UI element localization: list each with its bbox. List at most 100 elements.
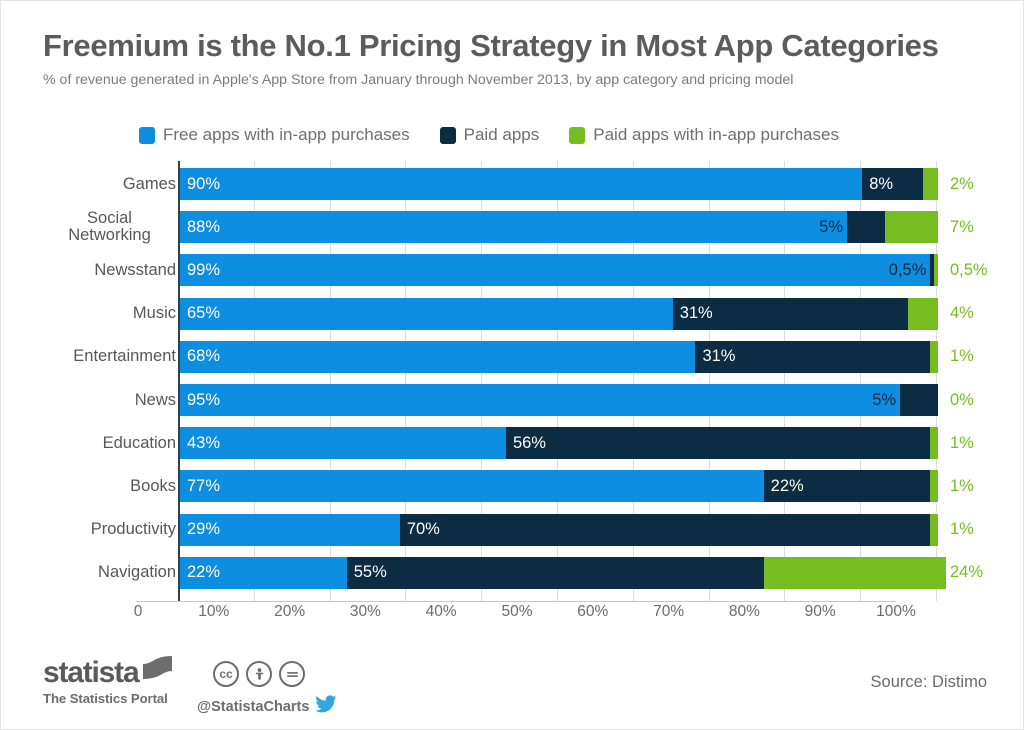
bar-row[interactable]: 77% 22% 1%: [180, 470, 993, 503]
chart-legend: Free apps with in-app purchases Paid apps…: [139, 125, 839, 145]
bar-segment-green[interactable]: [934, 254, 938, 287]
bar-segment-navy[interactable]: 8%: [862, 168, 923, 200]
bar-segment-navy[interactable]: 31%: [672, 297, 908, 330]
bar-value-label: 0,5%: [888, 261, 927, 280]
x-axis-tick-label: 60%: [577, 603, 609, 620]
bar-segment-blue[interactable]: 95%: [180, 384, 901, 416]
bar-row[interactable]: 29% 70% 1%: [180, 513, 993, 546]
bar-segment-blue[interactable]: 77%: [180, 470, 764, 503]
legend-item-free_inapp[interactable]: Free apps with in-app purchases: [139, 125, 410, 145]
bar-segment-blue[interactable]: 68%: [180, 340, 696, 373]
bar-segment-green[interactable]: [930, 340, 938, 373]
bar-value-label: 22%: [187, 563, 221, 582]
bar-segment-green[interactable]: [922, 168, 938, 200]
bar-segment-green[interactable]: [930, 470, 938, 503]
paid-inapp-value-label: 24%: [950, 563, 984, 582]
bar-segment-green[interactable]: [930, 427, 938, 460]
cc-nd-equals-icon: [279, 661, 305, 687]
bars-plot: 90% 8% 2% 88% 5% 7% 99% 0,5% 0,5% 65% 31% 4% 68% 31% 1…: [178, 161, 993, 601]
x-axis-tick-label: 50%: [501, 603, 533, 620]
category-label-social-networking: Social Networking: [43, 209, 176, 245]
category-label-productivity: Productivity: [90, 520, 176, 539]
bar-value-label: 88%: [187, 217, 221, 236]
bar-value-label: 5%: [819, 218, 844, 237]
legend-swatch-icon: [439, 126, 456, 144]
legend-swatch-icon: [569, 126, 586, 144]
bar-segment-blue[interactable]: 88%: [180, 211, 848, 244]
paid-inapp-value-label: 1%: [950, 520, 974, 539]
x-axis-ticks: 0 10% 20% 30% 40% 50% 60% 70% 80% 90% 100%: [134, 603, 951, 629]
category-axis-labels: Games Social Networking Newsstand Music Enter…: [43, 161, 176, 601]
bar-row[interactable]: 99% 0,5% 0,5%: [180, 254, 993, 287]
legend-item-paid[interactable]: Paid apps: [439, 125, 540, 145]
footer: statista The Statistics Portal cc @Stati…: [1, 649, 1024, 729]
bar-segment-navy[interactable]: 55%: [346, 556, 764, 589]
bar-value-label: 8%: [869, 174, 894, 193]
bar-segment-navy[interactable]: 56%: [505, 427, 931, 460]
bar-rows: 90% 8% 2% 88% 5% 7% 99% 0,5% 0,5% 65% 31% 4% 68% 31% 1…: [180, 161, 993, 601]
x-axis-tick-label: 40%: [425, 603, 457, 620]
paid-inapp-value-label: 7%: [950, 217, 974, 236]
bar-segment-blue[interactable]: 29%: [180, 513, 400, 546]
bar-row[interactable]: 95% 5% 0%: [180, 384, 993, 416]
bar-segment-green[interactable]: [930, 513, 938, 546]
bar-value-label: 70%: [406, 520, 440, 539]
legend-swatch-icon: [139, 126, 155, 144]
bar-segment-green[interactable]: [763, 556, 946, 589]
legend-label: Paid apps: [463, 125, 540, 144]
brand-tagline: The Statistics Portal: [43, 691, 168, 706]
bar-value-label: 29%: [187, 520, 221, 539]
twitter-handle[interactable]: @StatistaCharts: [197, 695, 337, 718]
paid-inapp-value-label: 1%: [950, 433, 974, 452]
bar-segment-blue[interactable]: 90%: [180, 168, 863, 200]
x-axis-baseline: [136, 601, 896, 602]
bar-segment-navy[interactable]: 5%: [819, 211, 885, 244]
bar-value-label: 56%: [512, 433, 546, 452]
chart-header: Freemium is the No.1 Pricing Strategy in…: [43, 29, 988, 90]
bar-value-label: 65%: [187, 304, 221, 323]
paid-inapp-value-label: 4%: [950, 304, 974, 323]
bar-segment-blue[interactable]: 22%: [180, 556, 347, 589]
bar-row[interactable]: 68% 31% 1%: [180, 340, 993, 373]
infographic-frame: Freemium is the No.1 Pricing Strategy in…: [0, 0, 1024, 730]
bar-segment-blue[interactable]: 65%: [180, 297, 673, 330]
paid-inapp-value-label: 0%: [950, 390, 974, 409]
category-label-line: Social: [87, 209, 132, 228]
bar-value-label: 31%: [679, 304, 713, 323]
twitter-handle-text: @StatistaCharts: [197, 698, 310, 715]
category-label-newsstand: Newsstand: [94, 260, 176, 279]
bar-row[interactable]: 43% 56% 1%: [180, 427, 993, 460]
paid-inapp-value-label: 1%: [950, 347, 974, 366]
source-note: Source: Distimo: [870, 673, 987, 691]
creative-commons-icons: cc: [213, 661, 305, 687]
bar-row[interactable]: 88% 5% 7%: [180, 211, 993, 244]
category-label-navigation: Navigation: [98, 563, 176, 582]
x-axis-tick-label: 10%: [198, 603, 230, 620]
x-axis-tick-label: 70%: [653, 603, 685, 620]
bar-value-label: 90%: [187, 174, 221, 193]
bar-row[interactable]: 90% 8% 2%: [180, 168, 993, 200]
bar-value-label: 31%: [702, 347, 736, 366]
bar-segment-blue[interactable]: 43%: [180, 427, 506, 460]
bar-row[interactable]: 65% 31% 4%: [180, 297, 993, 330]
bar-segment-navy[interactable]: 22%: [763, 470, 931, 503]
paid-inapp-value-label: 2%: [950, 174, 974, 193]
bar-segment-green[interactable]: [907, 297, 938, 330]
category-label-education: Education: [102, 433, 176, 452]
plot-area: Games Social Networking Newsstand Music Enter…: [43, 161, 993, 601]
bar-segment-blue[interactable]: 99%: [180, 254, 931, 287]
legend-item-paid_inapp[interactable]: Paid apps with in-app purchases: [569, 125, 839, 145]
bar-segment-navy[interactable]: 31%: [695, 340, 931, 373]
paid-inapp-value-label: 1%: [950, 476, 974, 495]
x-axis-tick-label: 80%: [728, 603, 760, 620]
twitter-bird-icon: [315, 695, 337, 718]
category-label-books: Books: [130, 476, 176, 495]
bar-segment-navy[interactable]: 70%: [399, 513, 931, 546]
bar-segment-green[interactable]: [884, 211, 938, 244]
category-label-games: Games: [122, 174, 176, 193]
bar-row[interactable]: 22% 55% 24%: [180, 556, 993, 589]
category-label-line: Networking: [68, 226, 151, 245]
page-title: Freemium is the No.1 Pricing Strategy in…: [43, 28, 939, 63]
category-label-entertainment: Entertainment: [73, 347, 176, 366]
bar-segment-navy[interactable]: 5%: [872, 384, 938, 416]
